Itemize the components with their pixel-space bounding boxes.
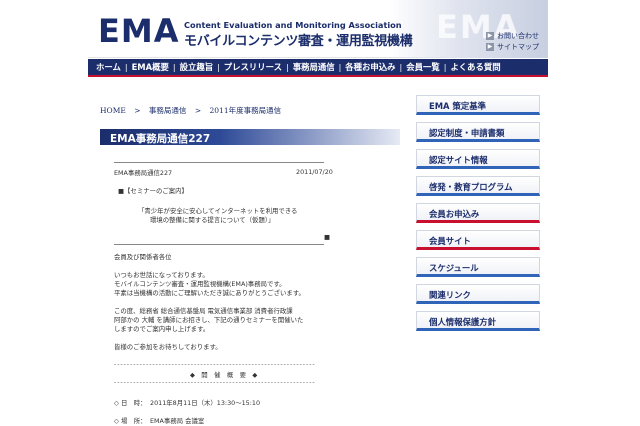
sidebar-item-certification[interactable]: 認定制度・申請書類 <box>416 122 540 142</box>
article-header-title: EMA事務局通信227 <box>114 169 173 177</box>
arrow-right-icon: ▶ <box>486 32 494 40</box>
place-label: ◇ 場 所： <box>114 417 147 425</box>
sidebar-item-member-site[interactable]: 会員サイト <box>416 230 540 250</box>
org-name-english: Content Evaluation and Monitoring Associ… <box>184 20 402 30</box>
sitemap-link-label: サイトマップ <box>497 43 539 51</box>
body-line: しますのでご案内申し上げます。 <box>114 325 210 333</box>
sidebar-item-certified-sites[interactable]: 認定サイト情報 <box>416 149 540 169</box>
arrow-right-icon: ▶ <box>486 43 494 51</box>
date-label: ◇ 日 時： <box>114 399 147 407</box>
nav-item-about[interactable]: EMA概要 <box>128 61 173 73</box>
body-line: いつもお世話になっております。 <box>114 271 209 279</box>
sidebar-item-schedule[interactable]: スケジュール <box>416 257 540 277</box>
sidebar-item-education[interactable]: 啓発・教育プログラム <box>416 176 540 196</box>
sidebar-item-standards[interactable]: EMA 策定基準 <box>416 95 540 115</box>
dashed-divider: - - - - - - - - - - - - - - - - - - - - … <box>114 379 315 386</box>
sidebar-item-links[interactable]: 関連リンク <box>416 284 540 304</box>
mark: ■ <box>324 233 331 241</box>
ema-logo[interactable]: EMA <box>98 15 179 47</box>
divider <box>114 244 324 245</box>
org-name-japanese: モバイルコンテンツ審査・運用監視機構 <box>184 34 413 49</box>
breadcrumb-separator: > <box>194 106 202 115</box>
contact-link[interactable]: ▶ お問い合わせ <box>486 31 539 41</box>
nav-item-press[interactable]: プレスリリース <box>220 61 286 73</box>
page-title: EMA事務局通信227 <box>110 133 211 145</box>
sitemap-link[interactable]: ▶ サイトマップ <box>486 42 539 52</box>
breadcrumb-current[interactable]: 2011年度事務局通信 <box>210 106 282 115</box>
page: EMA EMA Content Evaluation and Monitorin… <box>88 0 548 426</box>
place-value: EMA事務局 会議室 <box>150 417 205 425</box>
nav-item-purpose[interactable]: 設立趣旨 <box>176 61 218 73</box>
article-date: 2011/07/20 <box>296 168 333 176</box>
nav-item-news[interactable]: 事務局通信 <box>289 61 339 73</box>
breadcrumb-news[interactable]: 事務局通信 <box>149 106 187 115</box>
salutation: 会員及び関係者各位 <box>114 253 172 261</box>
contact-link-label: お問い合わせ <box>497 32 539 40</box>
seminar-label: ■【セミナーのご案内】 <box>118 187 188 195</box>
body-line: 阿部かの 大輔 を講師にお招きし、下記の通りセミナーを開催いた <box>114 316 304 324</box>
site-header: EMA EMA Content Evaluation and Monitorin… <box>88 0 548 58</box>
seminar-title-line-1: 「青少年が安全に安心してインターネットを利用できる <box>138 207 298 215</box>
body-line: 平素は当機構の活動にご理解いただき誠にありがとうございます。 <box>114 289 305 297</box>
global-nav: ホーム | EMA概要 | 設立趣旨 | プレスリリース | 事務局通信 | 各… <box>88 59 548 77</box>
body-line: この度、総務省 総合通信基盤局 電気通信事業部 消費者行政課 <box>114 307 293 315</box>
nav-item-members[interactable]: 会員一覧 <box>402 61 444 73</box>
overview-heading: ◆ 開 催 概 要 ◆ <box>190 371 258 379</box>
sidebar-item-privacy[interactable]: 個人情報保護方針 <box>416 311 540 331</box>
nav-item-applications[interactable]: 各種お申込み <box>341 61 399 73</box>
date-value: 2011年8月11日（木）13:30〜15:10 <box>150 399 261 407</box>
page-title-bar: EMA事務局通信227 <box>100 129 400 145</box>
breadcrumb-separator: > <box>134 106 141 115</box>
breadcrumb-home[interactable]: HOME <box>100 106 126 115</box>
seminar-title-line-2: 環境の整備に関する提言について（仮題）」 <box>150 216 275 224</box>
divider <box>114 162 324 163</box>
dashed-divider: - - - - - - - - - - - - - - - - - - - - … <box>114 361 315 368</box>
nav-item-home[interactable]: ホーム <box>92 61 125 73</box>
nav-item-faq[interactable]: よくある質問 <box>446 61 504 73</box>
body-line: 皆様のご参加をお待ちしております。 <box>114 343 222 351</box>
sidebar-item-member-apply[interactable]: 会員お申込み <box>416 203 540 223</box>
breadcrumb: HOME > 事務局通信 > 2011年度事務局通信 <box>100 105 287 116</box>
body-line: モバイルコンテンツ審査・運用監視機構(EMA)事務局です。 <box>114 280 286 288</box>
